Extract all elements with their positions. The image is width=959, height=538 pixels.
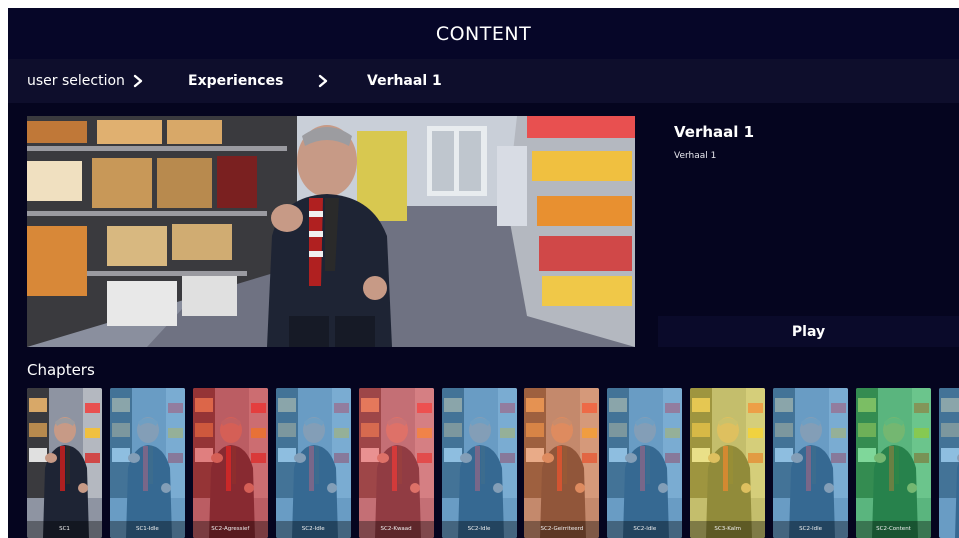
experience-title: Verhaal 1 (674, 123, 755, 141)
breadcrumb-user-selection[interactable]: user selection (27, 59, 125, 103)
chapter-card[interactable]: SC1-Idle (109, 388, 185, 538)
chapter-label: SC2-Kwaad (358, 521, 434, 538)
chapters-heading: Chapters (27, 361, 95, 379)
chapter-card[interactable]: SC1 (27, 388, 102, 538)
chapter-tint-overlay (690, 388, 766, 538)
chapter-tint-overlay (607, 388, 683, 538)
chapter-label: SC3-Kalm (690, 521, 766, 538)
chapter-card[interactable]: SC2-Kwaad (358, 388, 434, 538)
chapter-label: SC2-Geirriteerd (524, 521, 600, 538)
page-title: CONTENT (435, 22, 532, 45)
chapter-card[interactable]: SC2-Agressief (192, 388, 268, 538)
chapter-label: SC2-Idle (773, 521, 849, 538)
chapter-tint-overlay (856, 388, 931, 538)
chapter-label: SC2-Agressief (192, 521, 268, 538)
chapter-card[interactable]: SC2-Idle (773, 388, 849, 538)
chapter-card[interactable]: SC2-Idle (441, 388, 517, 538)
chapter-tint-overlay (524, 388, 600, 538)
chapter-card[interactable] (938, 388, 959, 538)
chapter-tint-overlay (441, 388, 517, 538)
chapter-label: SC1-Idle (109, 521, 185, 538)
chapter-card[interactable]: SC2-Idle (607, 388, 683, 538)
chevron-right-icon (316, 74, 330, 88)
chevron-right-icon (131, 74, 145, 88)
breadcrumb-current: Verhaal 1 (367, 73, 442, 89)
chapter-label: SC2-Content (856, 521, 931, 538)
hero-video-thumbnail[interactable] (27, 116, 635, 347)
breadcrumb-experiences[interactable]: Experiences (188, 59, 283, 103)
title-bar: CONTENT (8, 8, 959, 59)
chapter-strip[interactable]: SC1 SC1-Idle SC2-Agressief SC2-Idle SC2-… (27, 388, 959, 538)
chapter-tint-overlay (773, 388, 849, 538)
chapter-card[interactable]: SC2-Content (856, 388, 931, 538)
chapter-tint-overlay (938, 388, 959, 538)
chapter-tint-overlay (275, 388, 351, 538)
chapter-tint-overlay (109, 388, 185, 538)
chapter-label: SC2-Idle (607, 521, 683, 538)
chapter-card[interactable]: SC3-Kalm (690, 388, 766, 538)
app-window: CONTENT user selection Experiences Verha… (8, 8, 959, 538)
chapter-tint-overlay (192, 388, 268, 538)
chapter-card[interactable]: SC2-Idle (275, 388, 351, 538)
chapter-tint-overlay (358, 388, 434, 538)
play-button[interactable]: Play (658, 316, 959, 347)
chapter-label: SC1 (27, 521, 102, 538)
breadcrumb: user selection Experiences Verhaal 1 (8, 59, 959, 103)
chapter-tint-overlay (27, 388, 102, 538)
experience-subtitle: Verhaal 1 (674, 151, 717, 161)
chapter-label: SC2-Idle (441, 521, 517, 538)
chapter-label: SC2-Idle (275, 521, 351, 538)
chapter-card[interactable]: SC2-Geirriteerd (524, 388, 600, 538)
